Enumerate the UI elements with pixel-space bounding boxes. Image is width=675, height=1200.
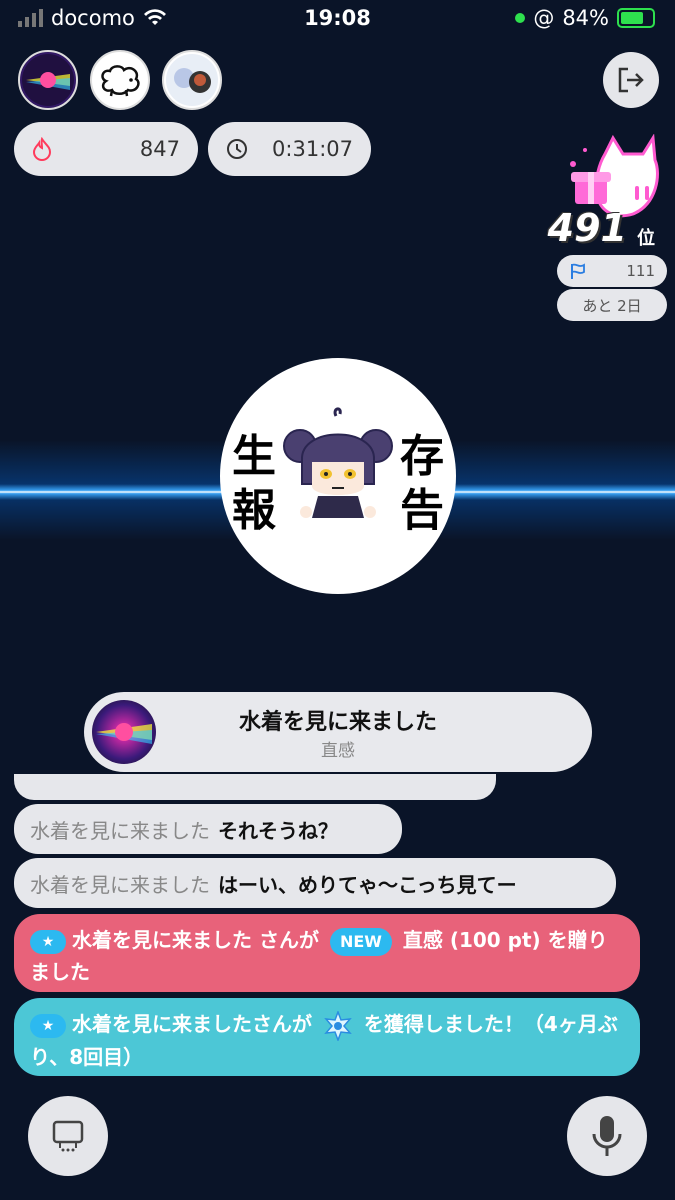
timer-value: 0:31:07	[272, 137, 353, 161]
viewer-avatar-1[interactable]	[18, 50, 78, 110]
chat-text: はーい、めりてゃ〜こっち見てー	[218, 872, 517, 897]
chat-username: 水着を見に来ました	[30, 818, 210, 843]
rainbow-logo-icon	[22, 54, 74, 106]
rank-number: 491	[547, 206, 627, 250]
points-value: 847	[139, 137, 180, 161]
medal-icon	[324, 1010, 352, 1041]
character-avatar-icon	[166, 54, 218, 106]
chat-text: それそうね？	[218, 818, 338, 843]
new-badge: NEW	[329, 927, 392, 956]
mascot-character-icon	[283, 407, 393, 518]
medal-system-message: ★ 水着を見に来ましたさんが を獲得しました！（4ヶ月ぶり、8回目）	[14, 998, 640, 1076]
exit-icon	[618, 67, 644, 93]
screen-button[interactable]	[28, 1096, 108, 1176]
gift-text-1: さんが	[252, 928, 326, 952]
tv-screen-icon	[52, 1120, 84, 1152]
microphone-icon	[592, 1116, 622, 1156]
status-right: @ 84%	[515, 6, 655, 30]
clock-icon	[227, 139, 247, 159]
flame-icon	[32, 137, 52, 161]
notice-title: 水着を見に来ました	[238, 710, 437, 735]
viewer-notice-banner[interactable]: 水着を見に来ました 直感	[84, 692, 592, 772]
days-left-pill: あと 2日	[557, 289, 667, 321]
rank-unit: 位	[637, 228, 655, 249]
points-pill: 847	[14, 122, 198, 176]
medal-text-1: さんが	[252, 1012, 319, 1036]
chat-message: 水着を見に来ました はーい、めりてゃ〜こっち見てー	[14, 858, 616, 908]
exit-button[interactable]	[603, 52, 659, 108]
logo-char-2: 報	[232, 485, 276, 536]
chat-message-clipped	[14, 774, 496, 800]
viewer-avatar-2[interactable]	[90, 50, 150, 110]
star-badge-icon: ★	[30, 1013, 66, 1038]
status-bar: docomo 19:08 @ 84%	[0, 0, 675, 38]
days-left-label: あと 2日	[582, 296, 642, 315]
microphone-button[interactable]	[567, 1096, 647, 1176]
flag-icon	[571, 263, 585, 279]
notice-subtitle: 直感	[321, 741, 355, 761]
flag-count: 111	[626, 262, 655, 280]
battery-percent: 84%	[562, 6, 609, 30]
orientation-lock-icon: @	[533, 6, 555, 30]
flag-pill[interactable]: 111	[557, 255, 667, 287]
gift-sender-name: 水着を見に来ました	[72, 928, 252, 952]
sheep-icon	[101, 65, 140, 97]
battery-icon	[617, 8, 655, 28]
stream-logo: 生 報 存 告	[220, 358, 456, 594]
timer-pill: 0:31:07	[208, 122, 371, 176]
logo-char-4: 告	[400, 485, 444, 536]
star-badge-icon: ★	[30, 929, 66, 954]
medal-user-name: 水着を見に来ました	[72, 1012, 252, 1036]
gift-system-message: ★ 水着を見に来ました さんが NEW 直感 (100 pt) を贈りました	[14, 914, 640, 992]
chat-message: 水着を見に来ました それそうね？	[14, 804, 402, 854]
viewer-avatar-3[interactable]	[162, 50, 222, 110]
recording-dot-icon	[515, 13, 526, 23]
chat-username: 水着を見に来ました	[30, 872, 210, 897]
